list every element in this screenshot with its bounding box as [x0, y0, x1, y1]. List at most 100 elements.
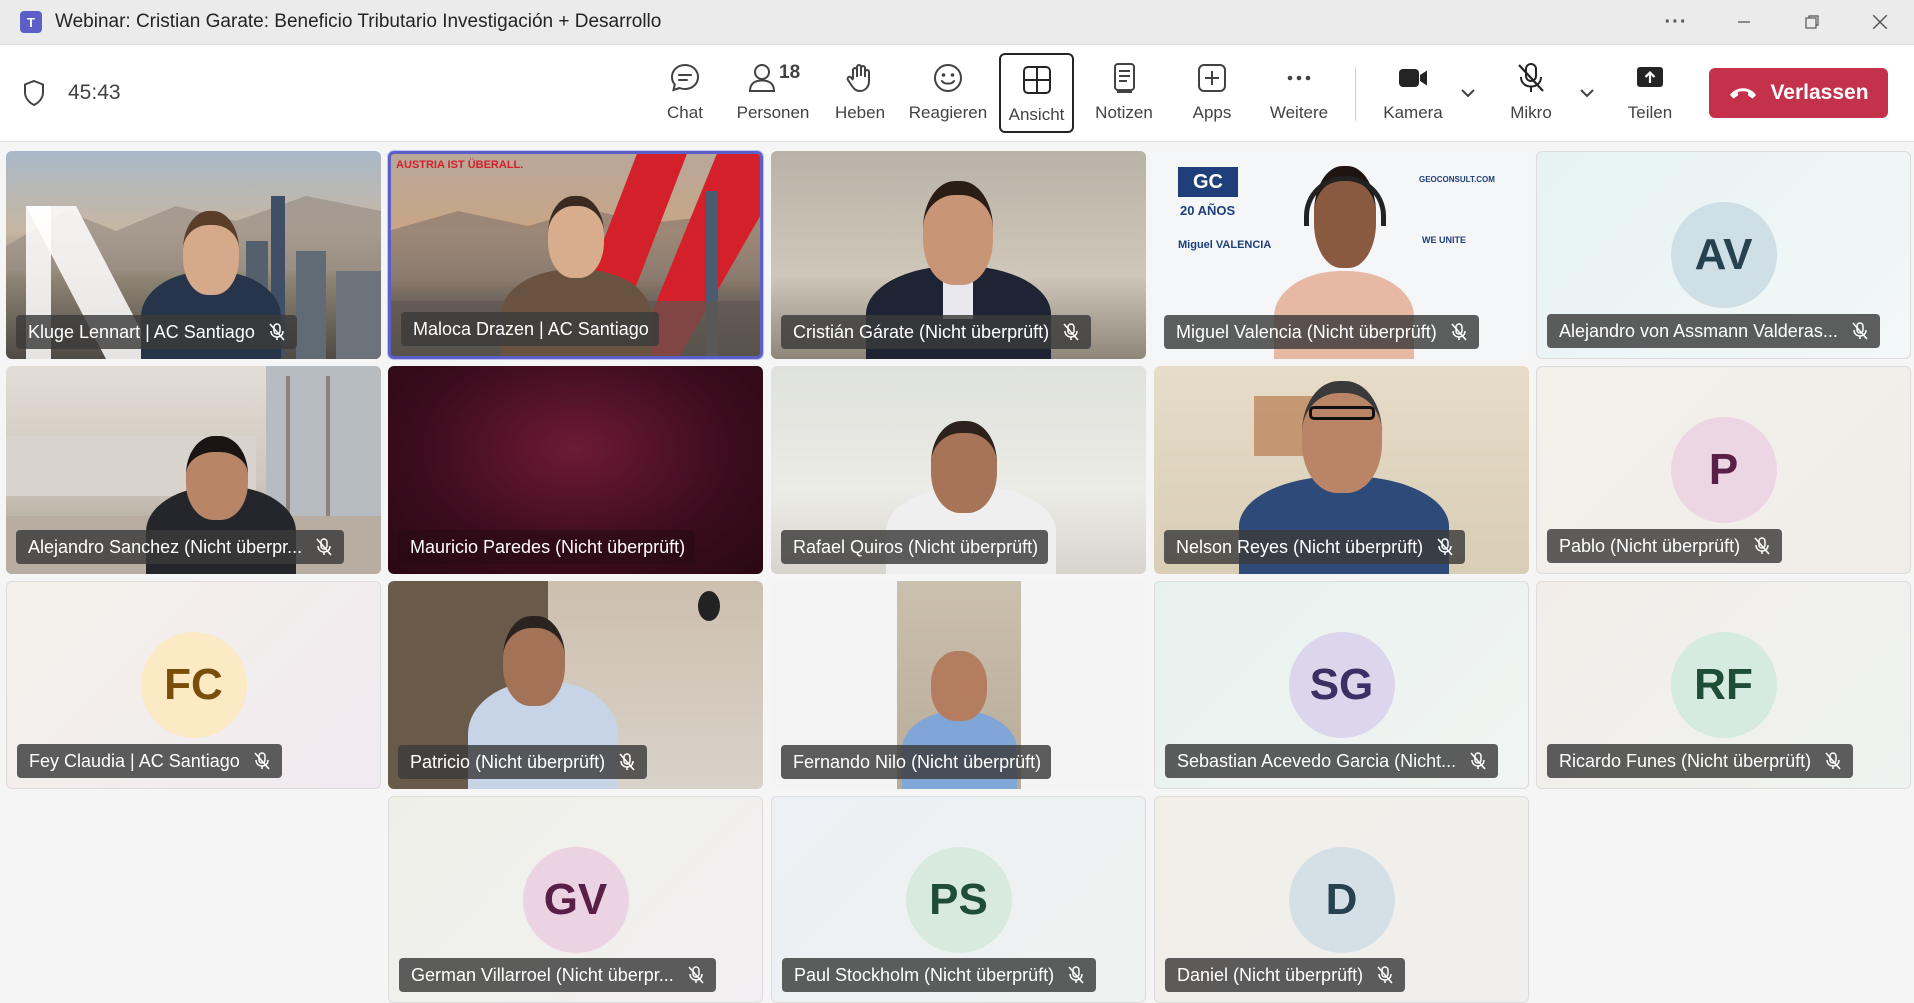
chat-label: Chat [667, 103, 703, 122]
people-label: Personen [736, 103, 810, 122]
apps-label: Apps [1192, 103, 1232, 122]
video-tile-avatar[interactable]: D Daniel (Nicht überprüft) [1154, 796, 1529, 1003]
mic-off-icon [1451, 323, 1467, 341]
video-tile-avatar[interactable]: PS Paul Stockholm (Nicht überprüft) [771, 796, 1146, 1003]
mic-options-chevron-down-icon[interactable] [1576, 82, 1598, 104]
participant-name-badge: Cristián Gárate (Nicht überprüft) [781, 315, 1092, 349]
people-icon [748, 64, 776, 92]
window-controls: ··· [1642, 0, 1914, 44]
notes-icon [1114, 63, 1135, 93]
video-tile-avatar[interactable]: GV German Villarroel (Nicht überpr... [388, 796, 763, 1003]
participant-name-badge: Sebastian Acevedo Garcia (Nicht... [1165, 744, 1499, 778]
window-title: Webinar: Cristian Garate: Beneficio Trib… [55, 11, 662, 32]
avatar: RF [1670, 632, 1777, 738]
video-tile-avatar[interactable]: P Pablo (Nicht überprüft) [1536, 366, 1911, 574]
background-overlay-text: AUSTRIA IST ÜBERALL. [396, 159, 524, 171]
video-tile[interactable]: Kluge Lennart | AC Santiago [6, 151, 381, 359]
participant-name-badge: Paul Stockholm (Nicht überprüft) [782, 958, 1097, 992]
minimize-button[interactable] [1710, 0, 1778, 44]
raise-hand-label: Heben [834, 103, 886, 122]
notes-label: Notizen [1095, 103, 1153, 122]
avatar: GV [522, 846, 629, 953]
participant-name-badge: Nelson Reyes (Nicht überprüft) [1164, 530, 1466, 564]
mic-off-icon [619, 753, 635, 771]
participant-name-badge: Rafael Quiros (Nicht überprüft) [781, 530, 1049, 564]
logo-years-text: 20 AÑOS [1180, 203, 1236, 218]
mic-off-icon [688, 966, 704, 984]
video-tile-avatar[interactable]: RF Ricardo Funes (Nicht überprüft) [1536, 581, 1911, 789]
raise-hand-button[interactable]: Heben [832, 53, 888, 133]
people-count: 18 [779, 62, 801, 83]
mic-off-icon [1068, 966, 1084, 984]
restore-button[interactable] [1778, 0, 1846, 44]
mic-off-icon [269, 323, 285, 341]
video-tile[interactable]: GC 20 AÑOS Miguel VALENCIA WE UNITE GEOC… [1154, 151, 1529, 359]
avatar: FC [140, 632, 247, 738]
participant-name-badge: Fey Claudia | AC Santiago [17, 744, 282, 778]
shield-icon[interactable] [22, 79, 46, 107]
mic-off-icon [1377, 966, 1393, 984]
video-tile[interactable]: Fernando Nilo (Nicht überprüft) [771, 581, 1146, 789]
camera-options-chevron-down-icon[interactable] [1457, 82, 1479, 104]
chat-icon [670, 63, 700, 92]
mic-button[interactable]: Mikro [1500, 53, 1562, 133]
avatar: AV [1670, 202, 1777, 308]
camera-icon [1399, 69, 1427, 87]
participant-name-badge: Pablo (Nicht überprüft) [1547, 529, 1783, 563]
share-label: Teilen [1627, 103, 1673, 122]
chat-button[interactable]: Chat [657, 53, 713, 133]
react-label: Reagieren [908, 103, 988, 122]
video-tile[interactable]: Patricio (Nicht überprüft) [388, 581, 763, 789]
avatar: PS [905, 846, 1012, 953]
participant-name-badge: Mauricio Paredes (Nicht überprüft) [398, 530, 696, 564]
window-title-bar: T Webinar: Cristian Garate: Beneficio Tr… [0, 0, 1914, 45]
participant-name-badge: Daniel (Nicht überprüft) [1165, 958, 1406, 992]
video-tile[interactable]: Cristián Gárate (Nicht überprüft) [771, 151, 1146, 359]
leave-label: Verlassen [1770, 81, 1869, 104]
more-button[interactable]: Weitere [1264, 53, 1334, 133]
participant-name-badge: Alejandro von Assmann Valderas... [1547, 314, 1880, 348]
camera-label: Kamera [1383, 103, 1443, 122]
hang-up-icon [1730, 88, 1757, 99]
video-tile-avatar[interactable]: AV Alejandro von Assmann Valderas... [1536, 151, 1911, 359]
teams-logo-icon: T [20, 11, 42, 33]
participant-name-badge: Maloca Drazen | AC Santiago [401, 312, 659, 346]
mic-label: Mikro [1510, 103, 1552, 122]
notes-button[interactable]: Notizen [1091, 53, 1157, 133]
view-button[interactable]: Ansicht [999, 53, 1074, 133]
participant-name-badge: Fernando Nilo (Nicht überprüft) [781, 745, 1052, 779]
grid-view-icon [1022, 66, 1051, 94]
company-logo: GC [1178, 167, 1238, 197]
more-dots-icon [1287, 75, 1311, 81]
video-tile[interactable]: Mauricio Paredes (Nicht überprüft) [388, 366, 763, 574]
video-tile[interactable]: Nelson Reyes (Nicht überprüft) [1154, 366, 1529, 574]
more-label: Weitere [1269, 103, 1329, 122]
video-tile[interactable]: Rafael Quiros (Nicht überprüft) [771, 366, 1146, 574]
video-tile-active-speaker[interactable]: AUSTRIA IST ÜBERALL. Maloca Drazen | AC … [388, 151, 763, 359]
apps-button[interactable]: Apps [1184, 53, 1240, 133]
video-tile-avatar[interactable]: SG Sebastian Acevedo Garcia (Nicht... [1154, 581, 1529, 789]
meeting-timer: 45:43 [68, 81, 121, 104]
mic-off-icon [1063, 323, 1079, 341]
mic-off-icon [1518, 63, 1544, 92]
participant-name-badge: Miguel Valencia (Nicht überprüft) [1164, 315, 1479, 349]
close-button[interactable] [1846, 0, 1914, 44]
mic-off-icon [1825, 752, 1841, 770]
more-options-icon[interactable]: ··· [1642, 0, 1710, 44]
view-label: Ansicht [1008, 105, 1065, 124]
camera-button[interactable]: Kamera [1380, 53, 1446, 133]
mic-off-icon [1470, 752, 1486, 770]
participant-name-badge: German Villarroel (Nicht überpr... [399, 958, 716, 992]
react-button[interactable]: Reagieren [908, 53, 988, 133]
participant-name-badge: Kluge Lennart | AC Santiago [16, 315, 297, 349]
add-app-icon [1198, 64, 1226, 92]
mic-off-icon [1437, 538, 1453, 556]
video-tile[interactable]: Alejandro Sanchez (Nicht überpr... [6, 366, 381, 574]
participant-name-badge: Ricardo Funes (Nicht überprüft) [1547, 744, 1854, 778]
mic-off-icon [254, 752, 270, 770]
leave-button[interactable]: Verlassen [1709, 68, 1888, 118]
video-tile-avatar[interactable]: FC Fey Claudia | AC Santiago [6, 581, 381, 789]
participant-name-badge: Alejandro Sanchez (Nicht überpr... [16, 530, 345, 564]
share-button[interactable]: Teilen [1620, 53, 1680, 133]
website-text: GEOCONSULT.COM [1419, 175, 1495, 184]
